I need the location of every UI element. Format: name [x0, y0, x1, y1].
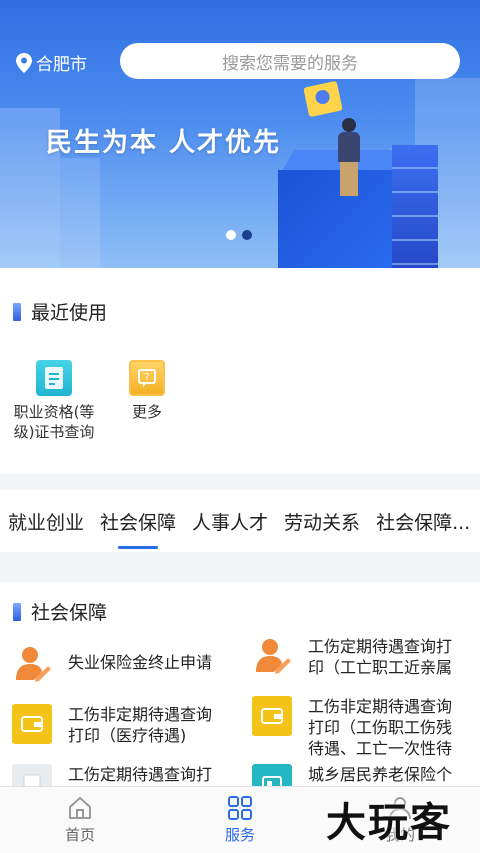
- service-item[interactable]: 失业保险金终止申请: [12, 644, 218, 684]
- service-item[interactable]: 工伤定期待遇查询打: [12, 764, 218, 787]
- svg-text:?: ?: [144, 372, 149, 383]
- watermark-logo: 大玩客: [326, 800, 452, 846]
- service-label: 工伤非定期待遇查询打印（医疗待遇): [68, 705, 213, 745]
- banner-building: [60, 158, 100, 268]
- category-tabs: 就业创业 社会保障 人事人才 劳动关系 社会保障...: [0, 490, 480, 552]
- section-marker: [13, 602, 21, 621]
- service-item[interactable]: 工伤非定期待遇查询打印（工伤职工伤残待遇、工亡一次性待: [252, 696, 458, 759]
- banner[interactable]: 合肥市 搜索您需要的服务 民生为本 人才优先: [0, 0, 480, 268]
- search-input[interactable]: 搜索您需要的服务: [120, 43, 460, 79]
- certificate-icon: [36, 360, 72, 396]
- id-card-icon: [252, 764, 292, 787]
- section-header: 最近使用: [13, 298, 107, 325]
- recent-item-certificate-query[interactable]: 职业资格(等级)证书查询: [4, 360, 104, 442]
- section-title: 社会保障: [31, 602, 108, 624]
- document-icon: [12, 764, 52, 787]
- service-label: 失业保险金终止申请: [68, 653, 213, 672]
- carousel-dot-active[interactable]: [242, 230, 252, 240]
- grid-icon: [228, 795, 252, 820]
- service-item[interactable]: 工伤非定期待遇查询打印（医疗待遇): [12, 704, 218, 746]
- banner-tower: [392, 145, 438, 268]
- recent-item-label: 更多: [131, 403, 162, 421]
- tab-personnel-talent[interactable]: 人事人才: [192, 508, 268, 535]
- service-label: 工伤非定期待遇查询打印（工伤职工伤残待遇、工亡一次性待: [308, 697, 453, 758]
- nav-label: 首页: [64, 825, 95, 844]
- tab-employment[interactable]: 就业创业: [8, 508, 84, 535]
- more-icon: ?: [129, 360, 165, 396]
- banner-person-illustration: [336, 118, 362, 198]
- service-label: 工伤定期待遇查询打印（工亡职工近亲属: [308, 637, 453, 677]
- services-section: 社会保障 失业保险金终止申请 工伤定期待遇查询打印（工亡职工近亲属 工伤非定期待…: [0, 582, 480, 787]
- location-pin-icon: [16, 52, 32, 73]
- tab-social-security-more[interactable]: 社会保障...: [376, 508, 470, 535]
- search-placeholder: 搜索您需要的服务: [222, 53, 358, 74]
- tab-social-security[interactable]: 社会保障: [100, 508, 176, 549]
- section-title: 最近使用: [31, 302, 108, 324]
- recent-section: 最近使用 职业资格(等级)证书查询 ? 更多: [0, 268, 480, 474]
- person-edit-icon: [252, 636, 292, 676]
- home-icon: [69, 796, 91, 819]
- section-header: 社会保障: [13, 598, 107, 625]
- wallet-icon: [12, 704, 52, 744]
- banner-slogan: 民生为本 人才优先: [46, 128, 282, 158]
- section-marker: [13, 302, 21, 321]
- carousel-dot[interactable]: [226, 230, 236, 240]
- banner-id-card-illustration: [303, 80, 343, 118]
- nav-label: 服务: [224, 825, 255, 844]
- city-label: 合肥市: [36, 55, 87, 75]
- service-item[interactable]: 工伤定期待遇查询打印（工亡职工近亲属: [252, 636, 458, 678]
- location-selector[interactable]: 合肥市: [16, 50, 87, 75]
- service-item[interactable]: 城乡居民养老保险个: [252, 764, 458, 787]
- tab-labor-relations[interactable]: 劳动关系: [284, 508, 360, 535]
- nav-home[interactable]: 首页: [0, 787, 160, 853]
- nav-services[interactable]: 服务: [160, 787, 320, 853]
- person-edit-icon: [12, 644, 52, 684]
- service-label: 城乡居民养老保险个: [308, 765, 453, 784]
- carousel-indicator: [226, 230, 252, 240]
- wallet-icon: [252, 696, 292, 736]
- recent-item-more[interactable]: ? 更多: [97, 360, 197, 422]
- service-label: 工伤定期待遇查询打: [68, 765, 213, 784]
- recent-item-label: 职业资格(等级)证书查询: [13, 403, 95, 441]
